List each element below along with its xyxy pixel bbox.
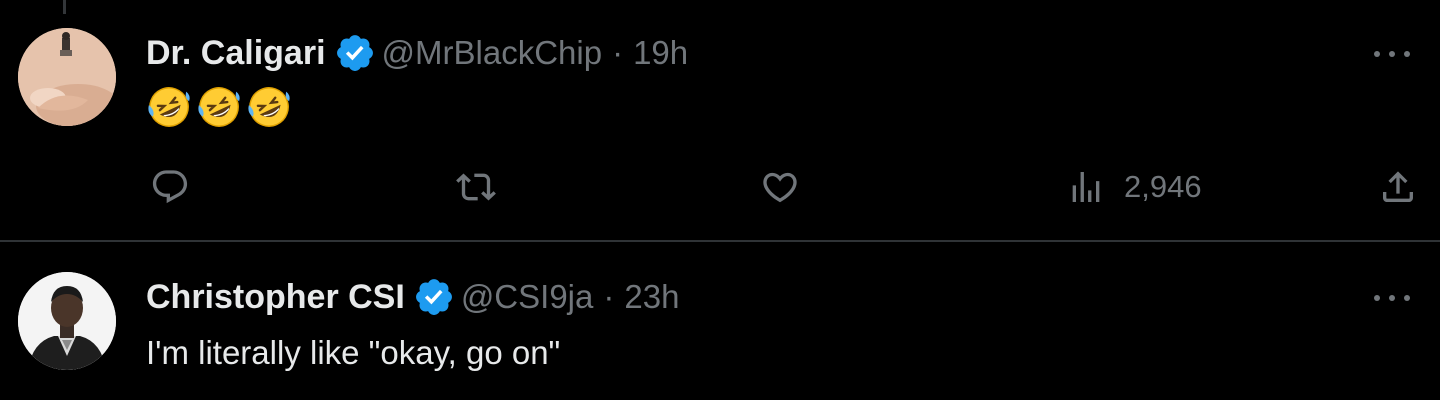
tweet-header: Dr. Caligari @MrBlackChip · 19h	[146, 28, 688, 78]
tweet-action-bar: 2,946	[0, 160, 1440, 214]
verified-badge-icon[interactable]	[413, 276, 455, 318]
author-display-name[interactable]: Christopher CSI	[146, 278, 405, 317]
tweet-timestamp[interactable]: 23h	[624, 278, 679, 316]
separator-dot: ·	[612, 34, 624, 71]
rolling-on-floor-laughing-emoji	[248, 87, 290, 127]
verified-badge-icon[interactable]	[334, 32, 376, 74]
more-options-icon[interactable]	[1374, 44, 1410, 64]
views-chart-icon	[1072, 172, 1100, 202]
avatar-image	[18, 28, 116, 126]
separator-dot: ·	[603, 278, 615, 315]
retweet-icon	[456, 173, 496, 201]
heart-icon	[763, 172, 797, 203]
retweet-button[interactable]	[456, 160, 496, 214]
avatar-image	[18, 272, 116, 370]
share-button[interactable]	[1378, 160, 1418, 214]
rolling-on-floor-laughing-emoji	[148, 87, 190, 127]
like-button[interactable]	[760, 160, 800, 214]
views-button[interactable]: 2,946	[1066, 160, 1202, 214]
avatar[interactable]	[18, 272, 116, 370]
author-handle[interactable]: @CSI9ja	[461, 278, 594, 316]
tweet-body	[146, 84, 292, 130]
share-icon	[1383, 171, 1413, 202]
rolling-on-floor-laughing-emoji	[198, 87, 240, 127]
tweet[interactable]: Dr. Caligari @MrBlackChip · 19h 2,946	[0, 0, 1440, 240]
reply-icon	[152, 170, 188, 204]
tweet-header: Christopher CSI @CSI9ja · 23h	[146, 272, 679, 322]
views-count: 2,946	[1124, 169, 1202, 204]
more-options-icon[interactable]	[1374, 288, 1410, 308]
timeline-feed: Dr. Caligari @MrBlackChip · 19h 2,946 Ch…	[0, 0, 1440, 400]
reply-button[interactable]	[150, 160, 190, 214]
tweet-timestamp[interactable]: 19h	[633, 34, 688, 72]
author-display-name[interactable]: Dr. Caligari	[146, 34, 326, 73]
author-handle[interactable]: @MrBlackChip	[382, 34, 603, 72]
tweet[interactable]: Christopher CSI @CSI9ja · 23h I'm litera…	[0, 242, 1440, 400]
tweet-body: I'm literally like "okay, go on"	[146, 334, 561, 371]
avatar[interactable]	[18, 28, 116, 126]
